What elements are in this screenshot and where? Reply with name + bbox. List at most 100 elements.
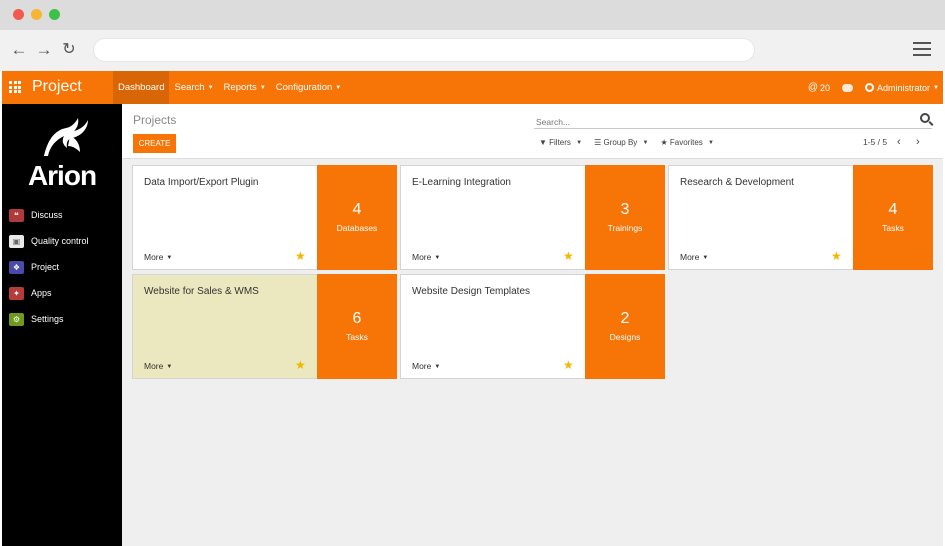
chevron-down-icon: ▼ — [259, 85, 266, 91]
chevron-down-icon: ▼ — [166, 364, 173, 370]
sidebar: Arion ❝ Discuss ▣ Quality control ❖ Project ✦ A… — [2, 104, 122, 546]
favorite-star-icon[interactable]: ★ — [563, 249, 574, 263]
filters-dropdown[interactable]: ▼ Filters ▼ — [539, 138, 582, 147]
project-name[interactable]: Website Design Templates — [412, 286, 530, 297]
menu-item-search[interactable]: Search ▼ — [169, 71, 218, 104]
chevron-down-icon: ▼ — [434, 255, 441, 261]
user-name: Administrator — [877, 82, 931, 93]
stat-label: Trainings — [607, 223, 643, 233]
more-dropdown[interactable]: More ▼ — [144, 361, 172, 371]
stat-count: 2 — [620, 310, 630, 327]
project-stat-button[interactable]: 6 Tasks — [317, 274, 397, 379]
app-brand: Project — [32, 78, 82, 95]
chevron-down-icon: ▼ — [434, 364, 441, 370]
logo-text: Arion — [27, 160, 97, 191]
stat-label: Tasks — [346, 332, 368, 342]
pager-next-icon[interactable]: › — [916, 136, 920, 148]
maximize-window-button[interactable] — [49, 9, 60, 20]
breadcrumb: Projects — [133, 113, 177, 127]
more-dropdown[interactable]: More ▼ — [680, 252, 708, 262]
at-sign-icon: @ — [807, 82, 819, 93]
menu-item-reports[interactable]: Reports ▼ — [219, 71, 271, 104]
more-dropdown[interactable]: More ▼ — [144, 252, 172, 262]
hamburger-menu-icon[interactable] — [913, 42, 931, 56]
user-menu[interactable]: Administrator ▼ — [865, 83, 939, 93]
browser-toolbar: ← → ↻ — [0, 30, 945, 71]
menu-item-label: Search — [174, 82, 205, 93]
settings-icon: ⚙ — [9, 312, 24, 326]
address-bar[interactable] — [93, 38, 755, 62]
favorite-star-icon[interactable]: ★ — [831, 249, 842, 263]
project-stat-button[interactable]: 2 Designs — [585, 274, 665, 379]
project-card[interactable]: Website for Sales & WMS More ▼ ★ 6 Tasks — [132, 274, 397, 379]
sidebar-item-settings[interactable]: ⚙ Settings — [9, 306, 89, 332]
back-arrow-icon[interactable]: ← — [9, 38, 29, 62]
minimize-window-button[interactable] — [31, 9, 42, 20]
project-name[interactable]: Data Import/Export Plugin — [144, 177, 259, 188]
project-name[interactable]: Website for Sales & WMS — [144, 286, 259, 297]
app-navbar: Project Dashboard Search ▼ Reports ▼ Configur… — [2, 71, 943, 104]
navbar-systray: @ 20 Administrator ▼ — [796, 71, 939, 104]
pegasus-logo-icon — [44, 118, 88, 156]
search-box — [534, 112, 932, 130]
favorite-star-icon[interactable]: ★ — [295, 358, 306, 372]
sidebar-item-label: Project — [31, 262, 60, 272]
discuss-icon: ❝ — [9, 208, 24, 222]
group-by-dropdown[interactable]: ☰ Group By ▼ — [594, 138, 648, 147]
create-button[interactable]: CREATE — [133, 134, 176, 153]
stat-label: Tasks — [882, 223, 904, 233]
search-icon[interactable] — [920, 113, 930, 123]
pager-value[interactable]: 1-5 / 5 — [863, 137, 887, 147]
messaging-button[interactable] — [842, 83, 854, 92]
project-stat-button[interactable]: 4 Databases — [317, 165, 397, 270]
sidebar-menu: ❝ Discuss ▣ Quality control ❖ Project ✦ Apps ⚙ Se… — [9, 202, 89, 332]
project-name[interactable]: Research & Development — [680, 177, 794, 188]
project-card[interactable]: Website Design Templates More ▼ ★ 2 Designs — [400, 274, 665, 379]
sidebar-item-label: Quality control — [31, 236, 89, 246]
project-stat-button[interactable]: 4 Tasks — [853, 165, 933, 270]
stat-count: 3 — [620, 201, 630, 218]
quality-control-icon: ▣ — [9, 234, 24, 248]
sidebar-item-quality-control[interactable]: ▣ Quality control — [9, 228, 89, 254]
more-dropdown[interactable]: More ▼ — [412, 361, 440, 371]
notifications-count: 20 — [820, 82, 831, 93]
sidebar-item-apps[interactable]: ✦ Apps — [9, 280, 89, 306]
project-name[interactable]: E-Learning Integration — [412, 177, 511, 188]
menu-item-dashboard[interactable]: Dashboard — [113, 71, 170, 104]
apps-icon: ✦ — [9, 286, 24, 300]
project-card[interactable]: Data Import/Export Plugin More ▼ ★ 4 Database… — [132, 165, 397, 270]
forward-arrow-icon[interactable]: → — [34, 38, 54, 62]
chevron-down-icon: ▼ — [702, 255, 709, 261]
chevron-down-icon: ▼ — [335, 85, 342, 91]
search-options: ▼ Filters ▼ ☰ Group By ▼ ★ Favorites ▼ — [539, 138, 726, 147]
stat-label: Databases — [336, 223, 378, 233]
favorite-star-icon[interactable]: ★ — [563, 358, 574, 372]
more-dropdown[interactable]: More ▼ — [412, 252, 440, 262]
close-window-button[interactable] — [13, 9, 24, 20]
search-input[interactable] — [534, 114, 904, 130]
chevron-down-icon: ▼ — [933, 84, 939, 91]
favorites-dropdown[interactable]: ★ Favorites ▼ — [661, 138, 715, 147]
project-card[interactable]: E-Learning Integration More ▼ ★ 3 Trainings — [400, 165, 665, 270]
sidebar-item-label: Discuss — [31, 210, 63, 220]
project-stat-button[interactable]: 3 Trainings — [585, 165, 665, 270]
chat-bubble-icon — [842, 83, 854, 92]
favorite-star-icon[interactable]: ★ — [295, 249, 306, 263]
user-avatar-icon — [865, 83, 875, 92]
stat-label: Designs — [609, 332, 641, 342]
sidebar-item-label: Apps — [31, 288, 52, 298]
app-grid-icon[interactable] — [9, 81, 21, 93]
notifications-button[interactable]: @ 20 — [808, 82, 830, 93]
sidebar-item-discuss[interactable]: ❝ Discuss — [9, 202, 89, 228]
menu-item-label: Reports — [223, 82, 257, 93]
sidebar-item-project[interactable]: ❖ Project — [9, 254, 89, 280]
stat-count: 4 — [352, 201, 362, 218]
reload-icon[interactable]: ↻ — [59, 38, 79, 62]
pager-previous-icon[interactable]: ‹ — [897, 136, 901, 148]
sidebar-item-label: Settings — [31, 314, 64, 324]
menu-item-configuration[interactable]: Configuration ▼ — [271, 71, 346, 104]
project-card[interactable]: Research & Development More ▼ ★ 4 Tasks — [668, 165, 933, 270]
main-content: Projects CREATE ▼ Filters ▼ ☰ Group By ▼… — [122, 104, 943, 546]
stat-count: 6 — [352, 310, 362, 327]
control-panel: Projects CREATE ▼ Filters ▼ ☰ Group By ▼… — [122, 104, 943, 159]
